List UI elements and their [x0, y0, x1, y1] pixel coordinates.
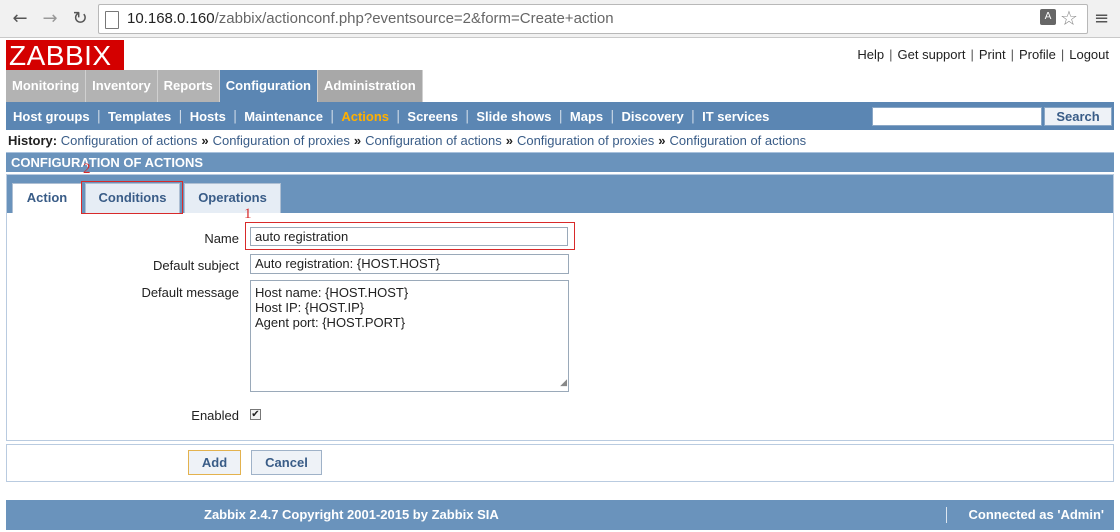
separator: » — [201, 133, 209, 148]
separator: | — [1060, 47, 1065, 62]
history-link[interactable]: Configuration of actions — [61, 133, 198, 148]
footer-divider — [946, 507, 947, 523]
annotation-marker-1: 1 — [244, 206, 252, 222]
profile-link[interactable]: Profile — [1019, 47, 1056, 62]
browser-toolbar: ← → ↻ 10.168.0.160/zabbix/actionconf.php… — [0, 0, 1120, 38]
separator: | — [889, 47, 893, 62]
submenu-templates[interactable]: Templates — [101, 109, 178, 124]
submenu-slide-shows[interactable]: Slide shows — [469, 109, 558, 124]
submenu-host-groups[interactable]: Host groups — [6, 109, 97, 124]
search-input[interactable] — [872, 107, 1042, 126]
menu-configuration[interactable]: Configuration — [219, 70, 319, 102]
default-message-text: Host name: {HOST.HOST} Host IP: {HOST.IP… — [255, 285, 409, 330]
section-title: CONFIGURATION OF ACTIONS — [6, 152, 1114, 172]
submenu-hosts[interactable]: Hosts — [183, 109, 233, 124]
enabled-checkbox[interactable]: ✔ — [250, 409, 261, 420]
submenu-maps[interactable]: Maps — [563, 109, 610, 124]
name-highlight-box — [245, 222, 575, 250]
menu-reports[interactable]: Reports — [157, 70, 220, 102]
history-link[interactable]: Configuration of proxies — [213, 133, 350, 148]
action-form-panel: Action Conditions Operations 2 Name auto… — [6, 161, 1114, 441]
sub-menu: Host groups | Templates | Hosts | Maintenan… — [6, 102, 1114, 130]
resize-handle-icon[interactable]: ◢ — [560, 375, 567, 390]
connected-as-text: Connected as 'Admin' — [968, 507, 1104, 522]
name-label: Name — [204, 231, 239, 246]
conditions-highlight-box — [81, 181, 183, 214]
page-icon — [105, 11, 119, 29]
zabbix-logo[interactable]: ZABBIX — [6, 40, 124, 71]
reload-icon[interactable]: ↻ — [68, 7, 92, 31]
get-support-link[interactable]: Get support — [898, 47, 966, 62]
search-button[interactable]: Search — [1044, 107, 1112, 126]
browser-menu-icon[interactable]: ≡ — [1094, 8, 1109, 29]
separator: | — [970, 47, 974, 62]
copyright-text: Zabbix 2.4.7 Copyright 2001-2015 by Zabb… — [204, 507, 499, 522]
print-link[interactable]: Print — [979, 47, 1006, 62]
address-bar[interactable]: 10.168.0.160/zabbix/actionconf.php?event… — [98, 4, 1088, 34]
separator: | — [1010, 47, 1014, 62]
separator: » — [505, 133, 513, 148]
tab-action[interactable]: Action — [12, 183, 82, 213]
add-button[interactable]: Add — [188, 450, 241, 475]
forward-icon[interactable]: → — [38, 7, 62, 31]
url-host: 10.168.0.160 — [127, 10, 215, 27]
default-subject-label: Default subject — [153, 258, 239, 273]
submenu-discovery[interactable]: Discovery — [615, 109, 691, 124]
menu-administration[interactable]: Administration — [318, 70, 423, 102]
url-path: /zabbix/actionconf.php?eventsource=2&for… — [214, 10, 614, 27]
separator: » — [658, 133, 666, 148]
default-message-label: Default message — [141, 285, 239, 300]
submenu-maintenance[interactable]: Maintenance — [237, 109, 330, 124]
logout-link[interactable]: Logout — [1069, 47, 1109, 62]
translate-icon[interactable]: A — [1040, 9, 1056, 25]
separator: » — [353, 133, 362, 148]
enabled-label: Enabled — [191, 408, 239, 423]
main-menu: Monitoring Inventory Reports Configurati… — [6, 70, 423, 102]
menu-monitoring[interactable]: Monitoring — [6, 70, 87, 102]
footer: Zabbix 2.4.7 Copyright 2001-2015 by Zabb… — [6, 500, 1114, 530]
cancel-button[interactable]: Cancel — [251, 450, 322, 475]
history-label: History: — [8, 133, 58, 148]
bookmark-star-icon[interactable]: ☆ — [1060, 6, 1078, 30]
default-message-textarea[interactable]: Host name: {HOST.HOST} Host IP: {HOST.IP… — [250, 280, 569, 392]
default-subject-input[interactable]: Auto registration: {HOST.HOST} — [250, 254, 569, 274]
history-link[interactable]: Configuration of actions — [670, 133, 807, 148]
top-links: Help | Get support | Print | Profile | Logout — [857, 47, 1109, 62]
submenu-screens[interactable]: Screens — [400, 109, 465, 124]
history-link[interactable]: Configuration of actions — [365, 133, 502, 148]
menu-inventory[interactable]: Inventory — [86, 70, 158, 102]
form-buttons: Add Cancel — [6, 444, 1114, 482]
help-link[interactable]: Help — [857, 47, 884, 62]
annotation-marker-2: 2 — [83, 161, 91, 177]
url-text: 10.168.0.160/zabbix/actionconf.php?event… — [127, 10, 614, 27]
submenu-actions[interactable]: Actions — [334, 109, 396, 124]
history-link[interactable]: Configuration of proxies — [517, 133, 654, 148]
submenu-it-services[interactable]: IT services — [695, 109, 776, 124]
history-breadcrumb: History: Configuration of actions» Config… — [8, 133, 806, 148]
tab-operations[interactable]: Operations — [184, 183, 281, 213]
back-icon[interactable]: ← — [8, 7, 32, 31]
